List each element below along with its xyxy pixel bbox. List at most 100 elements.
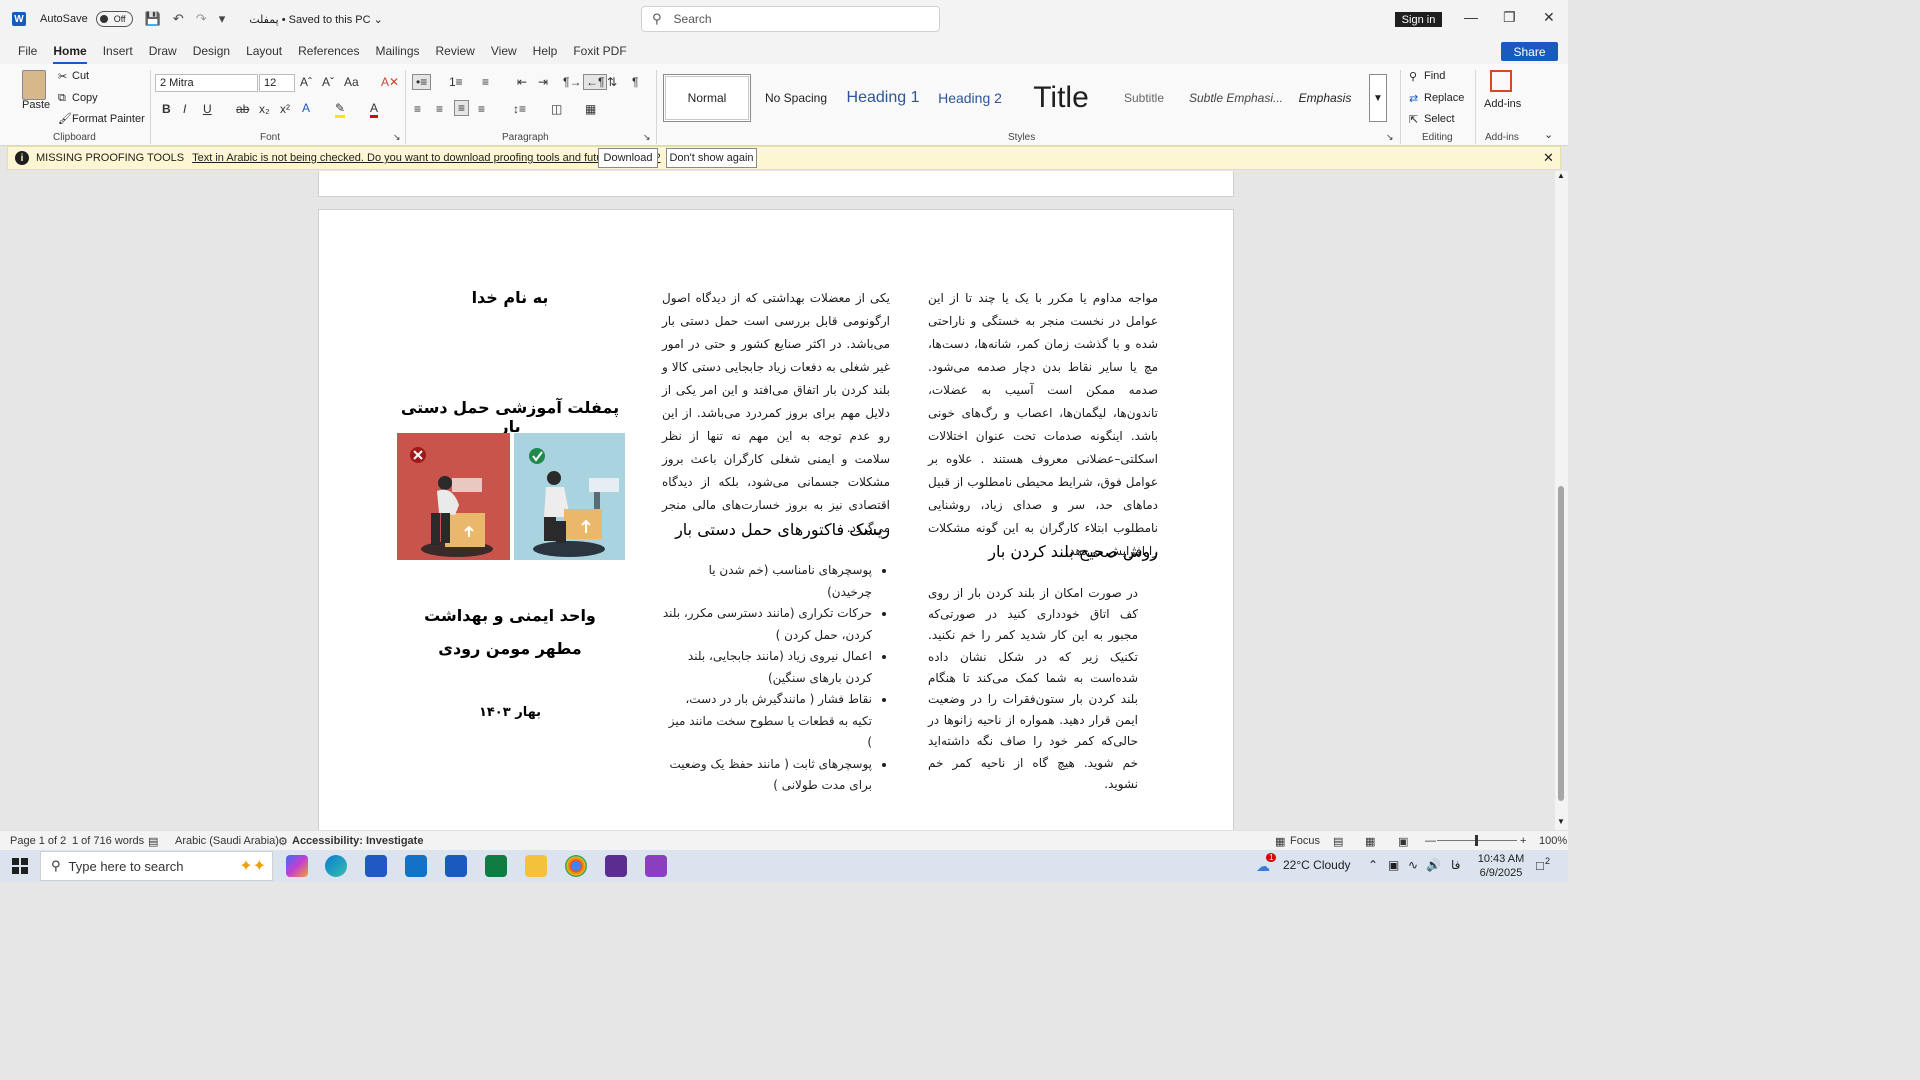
clock-time[interactable]: 10:43 AM [1476,853,1526,865]
tab-home[interactable]: Home [53,40,88,64]
underline-icon[interactable]: U [203,102,212,116]
tab-insert[interactable]: Insert [103,40,133,62]
font-dialog-launcher-icon[interactable]: ↘ [393,132,401,143]
tab-file[interactable]: File [18,40,37,62]
font-size-select[interactable]: 12 [259,74,295,92]
share-button[interactable]: Share [1501,42,1558,61]
page[interactable]: به نام خدا پمفلت آموزشی حمل دستی بار واح… [318,209,1234,830]
tab-layout[interactable]: Layout [246,40,282,62]
strikethrough-icon[interactable]: ab [236,102,249,116]
highlight-color-icon[interactable]: ✎ [335,101,346,118]
accessibility-status[interactable]: Accessibility: Investigate [292,835,423,847]
autosave-toggle[interactable]: Off [95,11,133,27]
style-normal[interactable]: Normal [663,74,751,122]
grow-font-icon[interactable]: Aˆ [300,75,312,89]
tab-draw[interactable]: Draw [149,40,177,62]
input-language[interactable]: فا [1451,858,1460,872]
shrink-font-icon[interactable]: Aˇ [322,75,334,89]
justify-icon[interactable]: ≡ [478,102,485,116]
numbering-icon[interactable]: 1≡ [449,75,463,89]
print-layout-icon[interactable]: ▦ [1365,835,1375,848]
text-effects-icon[interactable]: A [302,101,310,115]
show-hidden-icons-icon[interactable]: ⌃ [1368,858,1378,872]
style-heading-1[interactable]: Heading 1 [840,74,926,122]
restore-icon[interactable]: ❐ [1503,9,1516,26]
style-title[interactable]: Title [1016,74,1106,122]
page-indicator[interactable]: Page 1 of 2 [10,835,66,847]
minimize-icon[interactable]: — [1464,9,1478,25]
styles-expand-icon[interactable]: ▼ [1369,74,1387,122]
font-color-icon[interactable]: A [370,101,379,118]
message-link[interactable]: Text in Arabic is not being checked. Do … [192,152,660,164]
copilot-app-icon[interactable] [286,855,308,877]
save-icon[interactable]: 💾 [145,11,161,27]
find-button[interactable]: Find [1424,70,1445,82]
show-marks-icon[interactable]: ¶ [632,75,638,89]
word-app-taskbar-icon[interactable] [445,855,467,877]
change-case-icon[interactable]: Aa [344,75,359,89]
focus-button[interactable]: Focus [1290,835,1320,847]
volume-icon[interactable]: 🔊 [1426,858,1441,872]
decrease-indent-icon[interactable]: ⇤ [517,75,527,89]
close-message-icon[interactable]: ✕ [1543,150,1554,166]
paste-icon[interactable] [22,70,46,100]
notifications-icon[interactable]: □ [1536,858,1544,873]
collapse-ribbon-icon[interactable]: ⌄ [1544,128,1553,141]
language-indicator[interactable]: Arabic (Saudi Arabia) [175,835,279,847]
tab-review[interactable]: Review [436,40,475,62]
web-layout-icon[interactable]: ▣ [1398,835,1408,848]
chrome-app-icon[interactable] [565,855,587,877]
superscript-icon[interactable]: x² [280,102,290,116]
undo-icon[interactable]: ↶ [173,11,184,27]
clear-formatting-icon[interactable]: A✕ [381,75,399,89]
sign-in-button[interactable]: Sign in [1395,12,1442,27]
replace-button[interactable]: Replace [1424,92,1464,104]
select-button[interactable]: Select [1424,113,1455,125]
styles-dialog-launcher-icon[interactable]: ↘ [1386,132,1394,143]
customize-toolbar-icon[interactable]: ▾ [219,11,226,27]
style-heading-2[interactable]: Heading 2 [928,74,1012,122]
borders-icon[interactable]: ▦ [585,102,596,116]
proofing-icon[interactable]: ▤ [148,835,158,848]
dont-show-again-button[interactable]: Don't show again [666,148,757,168]
sort-icon[interactable]: ⇅ [607,75,617,89]
align-center-icon[interactable]: ≡ [436,102,443,116]
clock-date[interactable]: 6/9/2025 [1476,867,1526,879]
style-subtitle[interactable]: Subtitle [1108,74,1180,122]
document-canvas[interactable]: به نام خدا پمفلت آموزشی حمل دستی بار واح… [0,171,1555,830]
meet-now-icon[interactable]: ▣ [1388,858,1399,872]
store-app-icon[interactable] [365,855,387,877]
zoom-in-icon[interactable]: + [1520,835,1526,847]
bold-icon[interactable]: B [162,102,171,116]
align-left-icon[interactable]: ≡ [414,102,421,116]
style-no-spacing[interactable]: No Spacing [754,74,838,122]
close-icon[interactable]: ✕ [1543,9,1555,26]
tab-foxit-pdf[interactable]: Foxit PDF [573,40,626,62]
document-title[interactable]: پمفلت • Saved to this PC ⌄ [249,13,383,26]
download-button[interactable]: Download [598,148,658,168]
tab-references[interactable]: References [298,40,359,62]
bullets-icon[interactable]: •≡ [412,74,432,90]
wifi-icon[interactable]: ∿ [1408,858,1418,872]
tab-mailings[interactable]: Mailings [375,40,419,62]
scroll-up-icon[interactable]: ▲ [1557,171,1565,180]
align-right-icon[interactable]: ≡ [454,100,470,116]
style-subtle-emphasis[interactable]: Subtle Emphasi... [1189,74,1283,122]
paste-button[interactable]: Paste [22,99,50,111]
ltr-icon[interactable]: ¶→ [563,75,581,89]
italic-icon[interactable]: I [183,102,186,116]
cut-button[interactable]: Cut [72,70,89,82]
paragraph-dialog-launcher-icon[interactable]: ↘ [643,132,651,143]
redo-icon[interactable]: ↷ [196,11,207,27]
tab-help[interactable]: Help [533,40,558,62]
windows-start-icon[interactable] [12,858,28,874]
word-count[interactable]: 1 of 716 words [72,835,144,847]
search-box[interactable]: ⚲ Search [641,6,940,32]
style-emphasis[interactable]: Emphasis [1284,74,1366,122]
vertical-scrollbar[interactable]: ▲ ▼ [1555,171,1568,830]
zoom-slider-thumb[interactable] [1475,835,1478,846]
visual-studio-icon[interactable] [605,855,627,877]
tab-view[interactable]: View [491,40,517,62]
mail-app-icon[interactable] [405,855,427,877]
font-name-select[interactable]: 2 Mitra [155,74,258,92]
